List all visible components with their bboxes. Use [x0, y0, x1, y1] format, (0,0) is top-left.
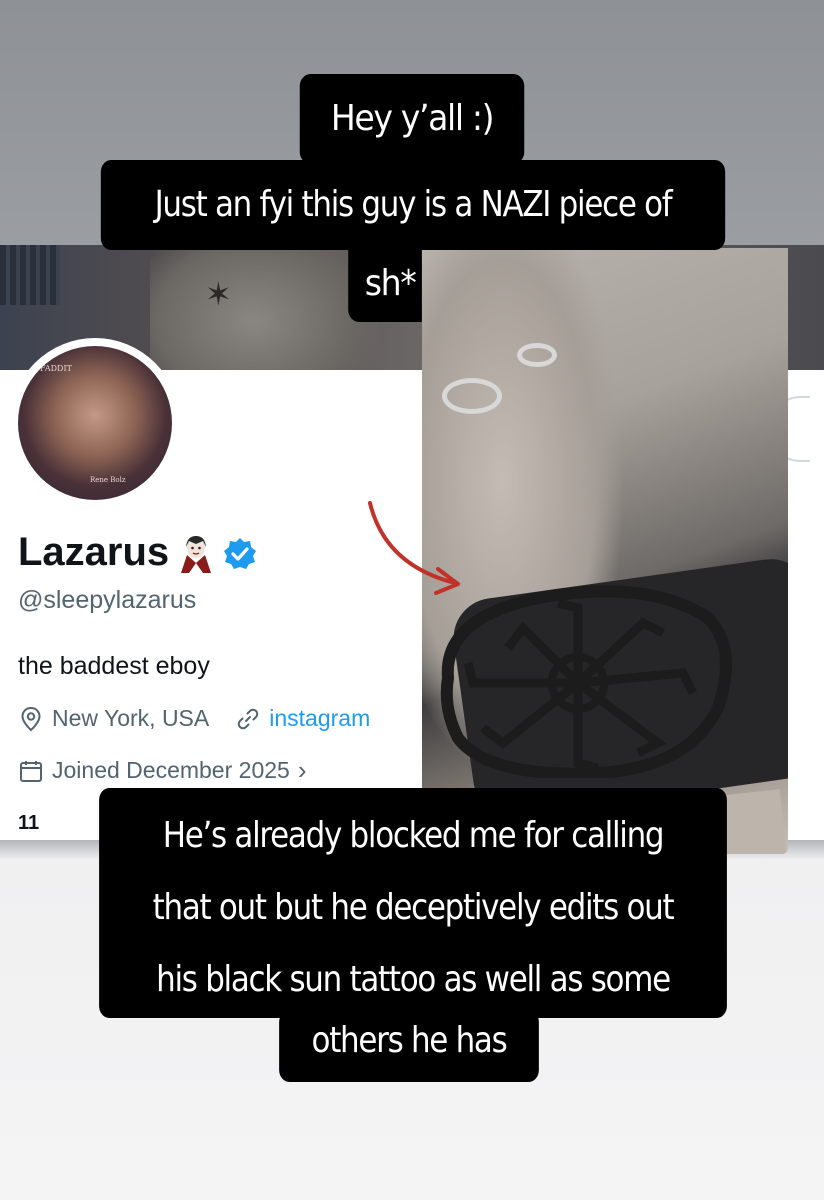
location-text: New York, USA: [52, 705, 210, 731]
user-handle: @sleepylazarus: [18, 586, 197, 614]
avatar-image: FADDIT Rene Bolz: [18, 346, 172, 500]
location-pin-icon: [18, 706, 44, 732]
banner-tattoo-image: ✶: [205, 275, 232, 313]
link-icon: [235, 706, 261, 732]
red-arrow-icon: [368, 501, 460, 595]
avatar-text: FADDIT: [40, 364, 72, 373]
vampire-emoji-icon: [177, 533, 215, 573]
caption-line: that out but he deceptively edits out: [152, 887, 675, 928]
display-name: Lazarus: [18, 530, 170, 574]
ring-image: [442, 378, 502, 414]
chevron-right-icon: ›: [297, 755, 307, 785]
black-sun-tattoo-image: [440, 585, 732, 778]
website-link[interactable]: instagram: [269, 705, 370, 732]
caption-line: sh*: [348, 246, 422, 322]
caption-line: others he has: [279, 1010, 539, 1082]
avatar[interactable]: FADDIT Rene Bolz: [10, 338, 180, 508]
banner-arm-image: [150, 245, 380, 370]
verified-badge-icon[interactable]: [223, 536, 257, 570]
caption-line: his black sun tattoo as well as some: [156, 959, 671, 1000]
avatar-signature: Rene Bolz: [90, 476, 126, 484]
joined-row[interactable]: Joined December 2025 ›: [18, 755, 307, 786]
location-row: New York, USA instagram: [18, 705, 370, 732]
keyboard-image: [0, 245, 60, 305]
following-count[interactable]: 11: [18, 812, 39, 835]
caption-line: He’s already blocked me for calling: [162, 815, 665, 856]
joined-text: Joined December 2025: [52, 757, 290, 783]
display-name-row: Lazarus: [18, 530, 257, 575]
ring-image: [517, 343, 557, 367]
caption-line: Just an fyi this guy is a NAZI piece of: [100, 160, 726, 250]
bio: the baddest eboy: [18, 652, 210, 680]
calendar-icon: [18, 758, 44, 784]
caption-greeting: Hey y’all :): [299, 74, 525, 164]
caption-block: He’s already blocked me for calling that…: [99, 788, 727, 1018]
